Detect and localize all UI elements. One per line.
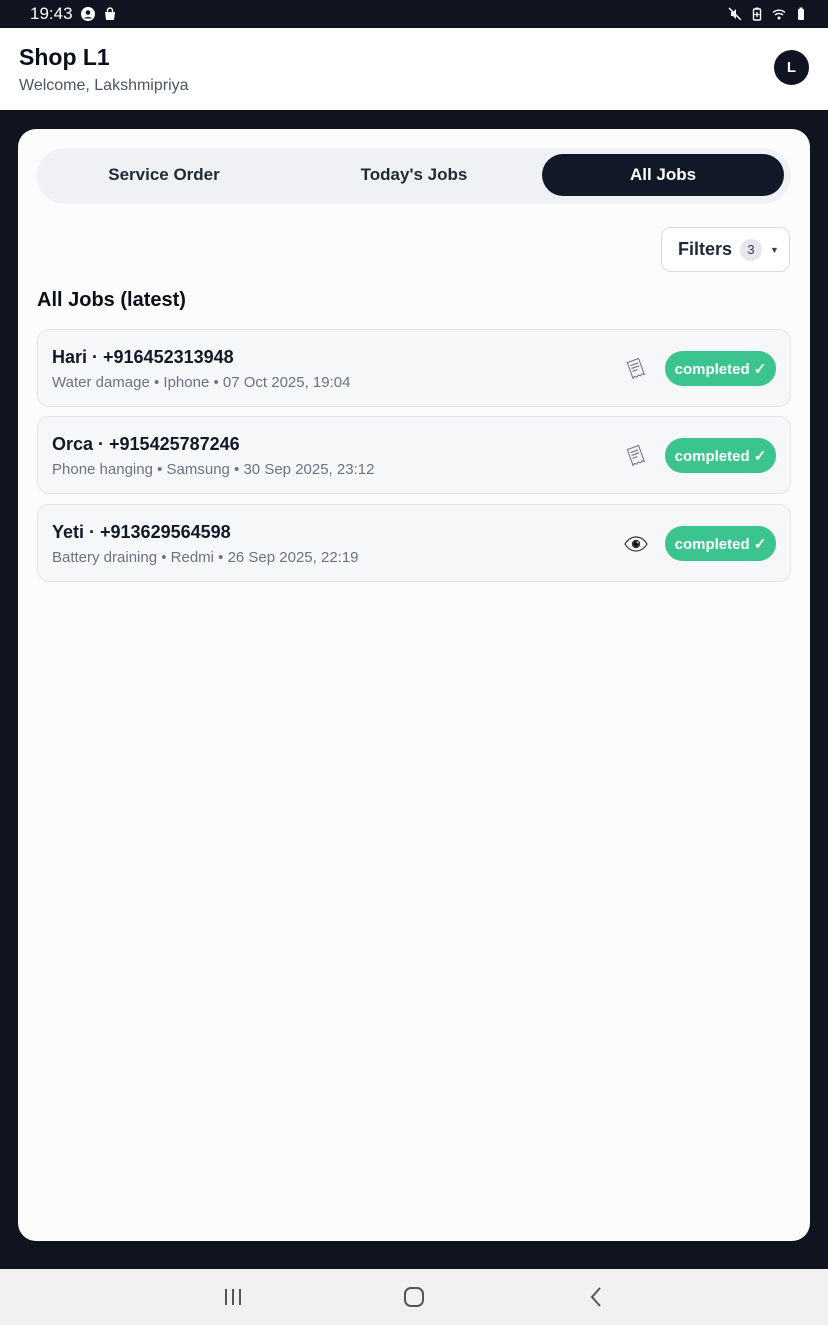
- welcome-text: Welcome, Lakshmipriya: [19, 77, 189, 94]
- job-title: Orca · +915425787246: [52, 434, 240, 454]
- job-title: Hari · +916452313948: [52, 347, 234, 367]
- account-icon: [80, 7, 95, 21]
- job-meta: Phone hanging • Samsung • 30 Sep 2025, 2…: [52, 461, 375, 478]
- avatar[interactable]: L: [774, 50, 809, 85]
- shopping-bag-icon: [104, 7, 115, 20]
- job-title: Yeti · +913629564598: [52, 522, 231, 542]
- filters-label: Filters: [678, 239, 733, 259]
- job-card[interactable]: Yeti · +913629564598 Battery draining • …: [37, 504, 791, 582]
- filters-count-badge: 3: [740, 238, 763, 261]
- tab-service-order[interactable]: Service Order: [43, 154, 285, 196]
- job-card[interactable]: Hari · +916452313948 Water damage • Ipho…: [37, 329, 791, 407]
- app-header: Shop L1 Welcome, Lakshmipriya L: [0, 28, 828, 110]
- tab-todays-jobs[interactable]: Today's Jobs: [293, 154, 535, 196]
- wifi-icon: [772, 9, 786, 20]
- shop-title: Shop L1: [19, 44, 110, 70]
- eye-icon[interactable]: [623, 532, 649, 556]
- receipt-icon[interactable]: [623, 444, 649, 468]
- receipt-icon[interactable]: [623, 357, 649, 381]
- battery-icon: [798, 7, 804, 20]
- status-time: 19:43: [30, 4, 73, 23]
- battery-saver-icon: [752, 7, 762, 21]
- navigation-bar: [0, 1269, 828, 1325]
- main-card: Service Order Today's Jobs All Jobs Filt…: [18, 129, 810, 1241]
- filters-button[interactable]: Filters 3 ▼: [661, 227, 790, 272]
- tab-bar: Service Order Today's Jobs All Jobs: [37, 148, 791, 204]
- caret-down-icon: ▼: [770, 244, 779, 255]
- job-card[interactable]: Orca · +915425787246 Phone hanging • Sam…: [37, 416, 791, 494]
- job-meta: Water damage • Iphone • 07 Oct 2025, 19:…: [52, 374, 351, 391]
- home-icon[interactable]: [399, 1283, 429, 1311]
- job-meta: Battery draining • Redmi • 26 Sep 2025, …: [52, 549, 359, 566]
- status-badge: completed ✓: [665, 526, 776, 561]
- status-badge: completed ✓: [665, 438, 776, 473]
- status-bar: 19:43: [0, 0, 828, 28]
- section-title: All Jobs (latest): [37, 289, 186, 311]
- status-badge: completed ✓: [665, 351, 776, 386]
- back-icon[interactable]: [581, 1283, 611, 1311]
- recent-apps-icon[interactable]: [218, 1283, 248, 1311]
- tab-all-jobs[interactable]: All Jobs: [542, 154, 784, 196]
- mute-icon: [728, 7, 742, 21]
